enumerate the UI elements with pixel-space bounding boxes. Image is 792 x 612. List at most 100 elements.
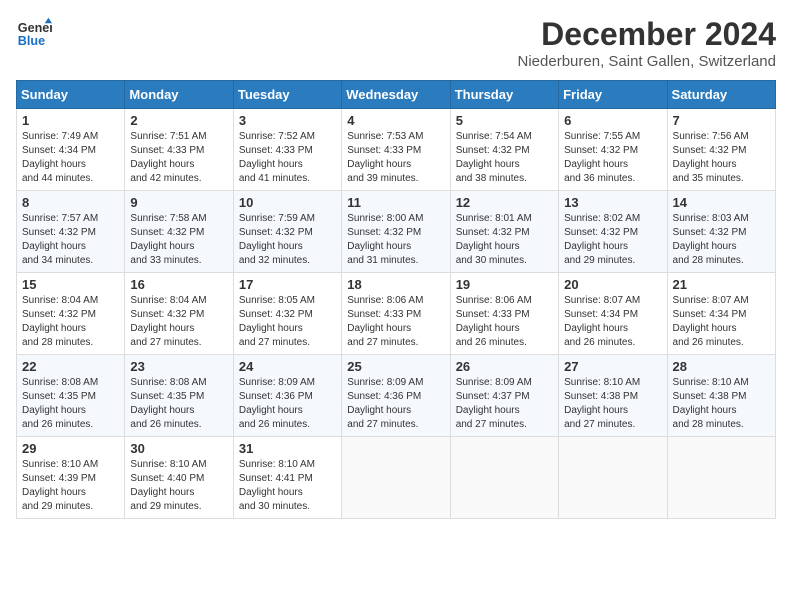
week-row-3: 15 Sunrise: 8:04 AM Sunset: 4:32 PM Dayl… bbox=[17, 273, 776, 355]
day-info: Sunrise: 8:04 AM Sunset: 4:32 PM Dayligh… bbox=[130, 294, 227, 350]
header-thursday: Thursday bbox=[450, 81, 558, 109]
day-info: Sunrise: 7:52 AM Sunset: 4:33 PM Dayligh… bbox=[239, 130, 336, 186]
day-info: Sunrise: 8:10 AM Sunset: 4:40 PM Dayligh… bbox=[130, 458, 227, 514]
day-cell: 11 Sunrise: 8:00 AM Sunset: 4:32 PM Dayl… bbox=[342, 191, 450, 273]
day-info: Sunrise: 8:00 AM Sunset: 4:32 PM Dayligh… bbox=[347, 212, 444, 268]
day-cell: 9 Sunrise: 7:58 AM Sunset: 4:32 PM Dayli… bbox=[125, 191, 233, 273]
day-number: 23 bbox=[130, 359, 227, 374]
day-info: Sunrise: 8:09 AM Sunset: 4:37 PM Dayligh… bbox=[456, 376, 553, 432]
header-sunday: Sunday bbox=[17, 81, 125, 109]
day-cell: 12 Sunrise: 8:01 AM Sunset: 4:32 PM Dayl… bbox=[450, 191, 558, 273]
day-cell: 29 Sunrise: 8:10 AM Sunset: 4:39 PM Dayl… bbox=[17, 437, 125, 519]
day-info: Sunrise: 8:08 AM Sunset: 4:35 PM Dayligh… bbox=[130, 376, 227, 432]
day-number: 3 bbox=[239, 113, 336, 128]
day-cell: 20 Sunrise: 8:07 AM Sunset: 4:34 PM Dayl… bbox=[559, 273, 667, 355]
header-friday: Friday bbox=[559, 81, 667, 109]
day-info: Sunrise: 8:09 AM Sunset: 4:36 PM Dayligh… bbox=[239, 376, 336, 432]
day-number: 4 bbox=[347, 113, 444, 128]
day-number: 30 bbox=[130, 441, 227, 456]
day-number: 27 bbox=[564, 359, 661, 374]
day-cell: 8 Sunrise: 7:57 AM Sunset: 4:32 PM Dayli… bbox=[17, 191, 125, 273]
day-number: 13 bbox=[564, 195, 661, 210]
day-info: Sunrise: 8:04 AM Sunset: 4:32 PM Dayligh… bbox=[22, 294, 119, 350]
day-cell: 2 Sunrise: 7:51 AM Sunset: 4:33 PM Dayli… bbox=[125, 109, 233, 191]
page-header: General Blue December 2024 Niederburen, … bbox=[16, 16, 776, 70]
day-number: 18 bbox=[347, 277, 444, 292]
day-number: 6 bbox=[564, 113, 661, 128]
day-cell bbox=[342, 437, 450, 519]
day-info: Sunrise: 8:09 AM Sunset: 4:36 PM Dayligh… bbox=[347, 376, 444, 432]
day-cell: 22 Sunrise: 8:08 AM Sunset: 4:35 PM Dayl… bbox=[17, 355, 125, 437]
day-info: Sunrise: 8:06 AM Sunset: 4:33 PM Dayligh… bbox=[456, 294, 553, 350]
day-number: 24 bbox=[239, 359, 336, 374]
day-cell: 21 Sunrise: 8:07 AM Sunset: 4:34 PM Dayl… bbox=[667, 273, 775, 355]
day-cell: 1 Sunrise: 7:49 AM Sunset: 4:34 PM Dayli… bbox=[17, 109, 125, 191]
day-cell: 24 Sunrise: 8:09 AM Sunset: 4:36 PM Dayl… bbox=[233, 355, 341, 437]
svg-text:Blue: Blue bbox=[18, 34, 45, 48]
week-row-2: 8 Sunrise: 7:57 AM Sunset: 4:32 PM Dayli… bbox=[17, 191, 776, 273]
day-cell: 5 Sunrise: 7:54 AM Sunset: 4:32 PM Dayli… bbox=[450, 109, 558, 191]
day-cell: 27 Sunrise: 8:10 AM Sunset: 4:38 PM Dayl… bbox=[559, 355, 667, 437]
day-cell: 7 Sunrise: 7:56 AM Sunset: 4:32 PM Dayli… bbox=[667, 109, 775, 191]
day-info: Sunrise: 8:10 AM Sunset: 4:39 PM Dayligh… bbox=[22, 458, 119, 514]
calendar-title: December 2024 bbox=[518, 16, 776, 53]
day-info: Sunrise: 8:08 AM Sunset: 4:35 PM Dayligh… bbox=[22, 376, 119, 432]
day-cell: 10 Sunrise: 7:59 AM Sunset: 4:32 PM Dayl… bbox=[233, 191, 341, 273]
day-info: Sunrise: 8:05 AM Sunset: 4:32 PM Dayligh… bbox=[239, 294, 336, 350]
day-number: 17 bbox=[239, 277, 336, 292]
day-info: Sunrise: 8:03 AM Sunset: 4:32 PM Dayligh… bbox=[673, 212, 770, 268]
day-info: Sunrise: 7:54 AM Sunset: 4:32 PM Dayligh… bbox=[456, 130, 553, 186]
day-number: 12 bbox=[456, 195, 553, 210]
day-cell: 19 Sunrise: 8:06 AM Sunset: 4:33 PM Dayl… bbox=[450, 273, 558, 355]
day-number: 29 bbox=[22, 441, 119, 456]
day-number: 21 bbox=[673, 277, 770, 292]
week-row-5: 29 Sunrise: 8:10 AM Sunset: 4:39 PM Dayl… bbox=[17, 437, 776, 519]
day-cell bbox=[559, 437, 667, 519]
day-cell: 23 Sunrise: 8:08 AM Sunset: 4:35 PM Dayl… bbox=[125, 355, 233, 437]
day-cell: 6 Sunrise: 7:55 AM Sunset: 4:32 PM Dayli… bbox=[559, 109, 667, 191]
day-number: 20 bbox=[564, 277, 661, 292]
day-info: Sunrise: 8:10 AM Sunset: 4:41 PM Dayligh… bbox=[239, 458, 336, 514]
header-saturday: Saturday bbox=[667, 81, 775, 109]
day-info: Sunrise: 8:06 AM Sunset: 4:33 PM Dayligh… bbox=[347, 294, 444, 350]
day-info: Sunrise: 7:51 AM Sunset: 4:33 PM Dayligh… bbox=[130, 130, 227, 186]
day-cell: 16 Sunrise: 8:04 AM Sunset: 4:32 PM Dayl… bbox=[125, 273, 233, 355]
day-info: Sunrise: 8:07 AM Sunset: 4:34 PM Dayligh… bbox=[564, 294, 661, 350]
day-info: Sunrise: 8:10 AM Sunset: 4:38 PM Dayligh… bbox=[564, 376, 661, 432]
day-number: 14 bbox=[673, 195, 770, 210]
day-number: 31 bbox=[239, 441, 336, 456]
day-number: 28 bbox=[673, 359, 770, 374]
logo: General Blue bbox=[16, 16, 52, 52]
day-number: 19 bbox=[456, 277, 553, 292]
day-info: Sunrise: 7:49 AM Sunset: 4:34 PM Dayligh… bbox=[22, 130, 119, 186]
header-monday: Monday bbox=[125, 81, 233, 109]
day-number: 15 bbox=[22, 277, 119, 292]
day-cell: 31 Sunrise: 8:10 AM Sunset: 4:41 PM Dayl… bbox=[233, 437, 341, 519]
day-number: 5 bbox=[456, 113, 553, 128]
day-number: 1 bbox=[22, 113, 119, 128]
day-info: Sunrise: 8:10 AM Sunset: 4:38 PM Dayligh… bbox=[673, 376, 770, 432]
day-cell: 18 Sunrise: 8:06 AM Sunset: 4:33 PM Dayl… bbox=[342, 273, 450, 355]
day-number: 8 bbox=[22, 195, 119, 210]
title-block: December 2024 Niederburen, Saint Gallen,… bbox=[518, 16, 776, 70]
logo-icon: General Blue bbox=[16, 16, 52, 52]
day-cell: 25 Sunrise: 8:09 AM Sunset: 4:36 PM Dayl… bbox=[342, 355, 450, 437]
header-tuesday: Tuesday bbox=[233, 81, 341, 109]
day-info: Sunrise: 7:55 AM Sunset: 4:32 PM Dayligh… bbox=[564, 130, 661, 186]
day-cell: 14 Sunrise: 8:03 AM Sunset: 4:32 PM Dayl… bbox=[667, 191, 775, 273]
day-info: Sunrise: 7:57 AM Sunset: 4:32 PM Dayligh… bbox=[22, 212, 119, 268]
day-number: 16 bbox=[130, 277, 227, 292]
day-number: 7 bbox=[673, 113, 770, 128]
day-cell: 26 Sunrise: 8:09 AM Sunset: 4:37 PM Dayl… bbox=[450, 355, 558, 437]
day-info: Sunrise: 7:59 AM Sunset: 4:32 PM Dayligh… bbox=[239, 212, 336, 268]
day-cell bbox=[450, 437, 558, 519]
day-info: Sunrise: 8:07 AM Sunset: 4:34 PM Dayligh… bbox=[673, 294, 770, 350]
day-cell: 4 Sunrise: 7:53 AM Sunset: 4:33 PM Dayli… bbox=[342, 109, 450, 191]
header-wednesday: Wednesday bbox=[342, 81, 450, 109]
day-cell: 15 Sunrise: 8:04 AM Sunset: 4:32 PM Dayl… bbox=[17, 273, 125, 355]
day-cell bbox=[667, 437, 775, 519]
day-info: Sunrise: 8:01 AM Sunset: 4:32 PM Dayligh… bbox=[456, 212, 553, 268]
day-info: Sunrise: 7:58 AM Sunset: 4:32 PM Dayligh… bbox=[130, 212, 227, 268]
day-cell: 28 Sunrise: 8:10 AM Sunset: 4:38 PM Dayl… bbox=[667, 355, 775, 437]
week-row-4: 22 Sunrise: 8:08 AM Sunset: 4:35 PM Dayl… bbox=[17, 355, 776, 437]
